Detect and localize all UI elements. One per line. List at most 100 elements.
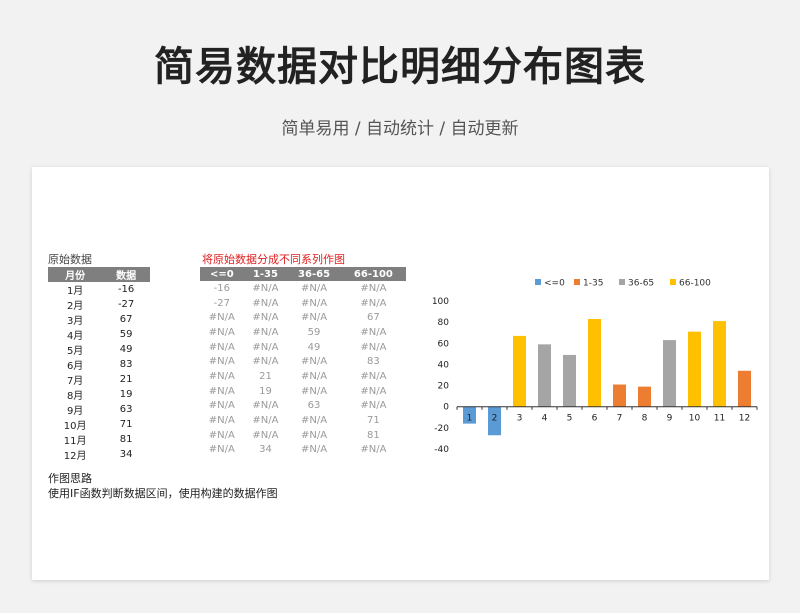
split-table-cell: #N/A <box>252 415 279 427</box>
y-tick-label: 80 <box>438 318 450 328</box>
split-table-row: -16 #N/A #N/A #N/A <box>200 281 406 296</box>
raw-table-cell: 7月 <box>66 376 84 387</box>
legend-label: 36-65 <box>628 279 654 289</box>
split-table-cell: #N/A <box>252 400 279 412</box>
split-table-cell: #N/A <box>208 370 235 382</box>
raw-table-cell: 49 <box>119 344 133 355</box>
x-tick-label: 10 <box>689 414 701 424</box>
split-table-cell: #N/A <box>208 385 235 397</box>
split-table-cell: 81 <box>367 429 380 441</box>
split-table-cell: #N/A <box>252 312 279 324</box>
split-table-cell: #N/A <box>252 297 279 309</box>
split-table-row: #N/A #N/A #N/A 81 <box>200 428 406 443</box>
split-table-cell: #N/A <box>208 312 235 324</box>
legend-swatch <box>574 279 580 285</box>
x-tick-label: 2 <box>492 414 498 424</box>
raw-table-cell: 81 <box>119 434 133 445</box>
split-table-cell: #N/A <box>252 282 279 294</box>
raw-table-cell: 71 <box>119 419 133 430</box>
y-tick-label: -20 <box>434 424 449 434</box>
bar <box>588 318 601 407</box>
bar <box>613 384 626 407</box>
split-table-cell: #N/A <box>360 370 387 382</box>
raw-data-table: 月份 数据 1月 -16 2月 -27 3月 67 4月 59 5月 49 6月 83 7月 21 8月 19 9… <box>48 267 150 462</box>
split-table-cell: #N/A <box>360 444 387 456</box>
raw-data-label: 原始数据 <box>48 253 92 266</box>
split-table-cell: #N/A <box>301 444 328 456</box>
split-table-cell: #N/A <box>208 400 235 412</box>
split-table-cell: #N/A <box>301 385 328 397</box>
raw-table-cell: 5月 <box>66 346 84 357</box>
raw-table-row: 6月 83 <box>48 357 150 372</box>
split-table-cell: #N/A <box>301 356 328 368</box>
split-table-cell: #N/A <box>208 341 235 353</box>
x-tick-label: 9 <box>667 414 673 424</box>
raw-table-row: 1月 -16 <box>48 282 150 297</box>
raw-table-header-cell: 数据 <box>102 267 150 282</box>
split-table-cell: 83 <box>367 356 380 368</box>
x-tick-label: 11 <box>714 414 725 424</box>
page-subtitle: 简单易用 / 自动统计 / 自动更新 <box>281 119 519 139</box>
split-table-row: #N/A 19 #N/A #N/A <box>200 384 406 399</box>
raw-table-row: 7月 21 <box>48 372 150 387</box>
split-table-header-cell: 66-100 <box>340 267 406 281</box>
raw-table-row: 3月 67 <box>48 312 150 327</box>
raw-table-cell: 10月 <box>63 421 87 432</box>
bar <box>738 370 751 407</box>
raw-table-row: 5月 49 <box>48 342 150 357</box>
split-table-cell: #N/A <box>360 297 387 309</box>
split-table-cell: #N/A <box>301 429 328 441</box>
x-tick-label: 7 <box>617 414 623 424</box>
split-table-cell: 71 <box>367 415 380 427</box>
raw-table-cell: 4月 <box>66 331 84 342</box>
y-tick-label: 60 <box>438 339 450 349</box>
split-table-row: #N/A #N/A #N/A 67 <box>200 310 406 325</box>
raw-table-cell: 8月 <box>66 391 84 402</box>
split-table-cell: #N/A <box>208 326 235 338</box>
raw-table-cell: 11月 <box>63 436 87 447</box>
raw-table-cell: 34 <box>119 449 133 460</box>
split-table-cell: #N/A <box>360 385 387 397</box>
raw-table-row: 8月 19 <box>48 387 150 402</box>
split-table-cell: #N/A <box>252 429 279 441</box>
split-table-cell: #N/A <box>301 282 328 294</box>
split-table-cell: 49 <box>307 341 321 353</box>
raw-table-cell: 9月 <box>66 406 84 417</box>
raw-table-cell: -16 <box>117 284 135 295</box>
y-tick-label: -40 <box>434 445 449 455</box>
x-tick-label: 12 <box>739 414 750 424</box>
legend-label: 66-100 <box>679 279 711 289</box>
raw-table-cell: 2月 <box>66 301 84 312</box>
split-table-cell: #N/A <box>301 370 328 382</box>
raw-table-row: 10月 71 <box>48 417 150 432</box>
x-tick-label: 1 <box>467 414 473 424</box>
split-table-row: #N/A #N/A #N/A 71 <box>200 413 406 428</box>
split-table-cell: 67 <box>367 312 380 324</box>
raw-table-cell: 1月 <box>66 286 84 297</box>
x-tick-label: 5 <box>567 414 573 424</box>
bar <box>563 354 576 407</box>
bar <box>638 386 651 407</box>
split-table-cell: 59 <box>307 326 321 338</box>
raw-table-cell: 12月 <box>63 451 87 462</box>
split-table-row: #N/A #N/A 49 #N/A <box>200 340 406 355</box>
raw-table-cell: -27 <box>117 299 135 310</box>
raw-table-cell: 3月 <box>66 316 84 327</box>
split-table-cell: #N/A <box>360 326 387 338</box>
split-table-row: #N/A #N/A 59 #N/A <box>200 325 406 340</box>
bar <box>538 344 551 407</box>
spreadsheet-card: 原始数据 月份 数据 1月 -16 2月 -27 3月 67 4月 59 5月 49 6月 83 7月 21… <box>32 167 769 580</box>
bar <box>688 331 701 407</box>
split-table-header-cell: <=0 <box>200 267 244 281</box>
x-tick-label: 3 <box>517 414 523 424</box>
split-table-cell: #N/A <box>360 400 387 412</box>
raw-table-row: 9月 63 <box>48 402 150 417</box>
split-table-cell: #N/A <box>301 415 328 427</box>
legend-label: 1-35 <box>583 279 603 289</box>
raw-table-cell: 83 <box>119 359 133 370</box>
split-table-row: #N/A #N/A 63 #N/A <box>200 399 406 414</box>
split-table-cell: #N/A <box>208 429 235 441</box>
split-data-label: 将原始数据分成不同系列作图 <box>202 253 345 266</box>
raw-table-row: 12月 34 <box>48 447 150 462</box>
legend-swatch <box>535 279 541 285</box>
